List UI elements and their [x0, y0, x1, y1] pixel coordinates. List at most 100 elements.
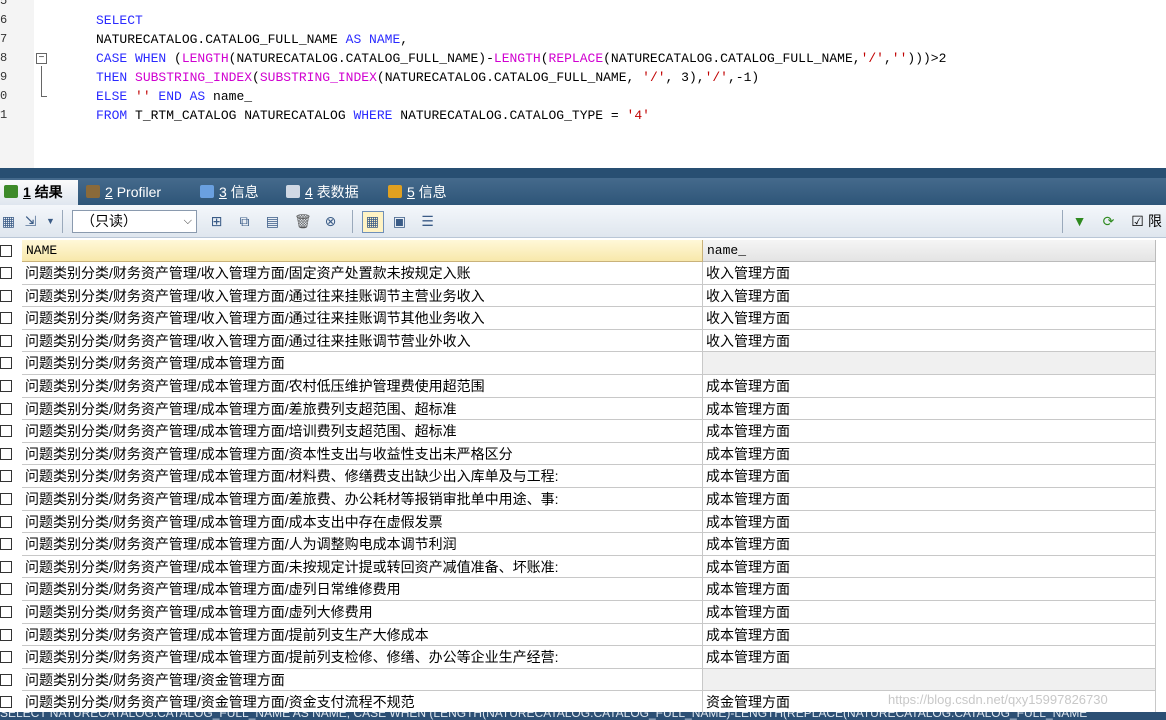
row-checkbox[interactable]: [0, 334, 12, 347]
row-checkbox[interactable]: [0, 267, 12, 279]
cell-name[interactable]: 问题类别分类/财务资产管理/成本管理方面/提前列支检修、修缮、办公等企业生产经营…: [22, 646, 703, 669]
row-checkbox[interactable]: [0, 515, 12, 528]
row-checkbox[interactable]: [0, 673, 12, 686]
select-all-checkbox[interactable]: [0, 245, 12, 257]
cell-name[interactable]: 问题类别分类/财务资产管理/收入管理方面/通过往来挂账调节营业外收入: [22, 329, 703, 353]
table-row[interactable]: 问题类别分类/财务资产管理/收入管理方面/固定资产处置款未按规定入账 收入管理方面: [0, 262, 1160, 285]
cell-name-alias[interactable]: 成本管理方面: [703, 646, 1156, 669]
cell-name-alias[interactable]: 成本管理方面: [703, 397, 1156, 421]
add-row-icon[interactable]: ⊞: [208, 213, 225, 230]
cell-name[interactable]: 问题类别分类/财务资产管理/成本管理方面/人为调整购电成本调节利润: [22, 533, 703, 556]
cell-name-alias[interactable]: 成本管理方面: [703, 578, 1156, 601]
row-checkbox[interactable]: [0, 470, 12, 483]
tab-4[interactable]: 4 表数据: [282, 180, 378, 205]
limit-checkbox[interactable]: ☑: [1129, 213, 1146, 230]
row-checkbox[interactable]: [0, 560, 12, 573]
cell-name[interactable]: 问题类别分类/财务资产管理/成本管理方面/虚列大修费用: [22, 601, 703, 624]
cell-name-alias[interactable]: 成本管理方面: [703, 420, 1156, 443]
table-row[interactable]: 问题类别分类/财务资产管理/成本管理方面/资本性支出与收益性支出未严格区分 成本管…: [0, 442, 1160, 466]
column-header-name-alias[interactable]: name_: [703, 240, 1156, 262]
table-row[interactable]: 问题类别分类/财务资产管理/收入管理方面/通过往来挂账调节其他业务收入 收入管理方…: [0, 307, 1160, 330]
table-row[interactable]: 问题类别分类/财务资产管理/成本管理方面/虚列大修费用 成本管理方面: [0, 601, 1160, 624]
cell-name-alias[interactable]: 成本管理方面: [703, 555, 1156, 579]
revert-icon[interactable]: ⊗: [322, 213, 339, 230]
export-dropdown-icon[interactable]: ▼: [42, 213, 59, 230]
cell-name[interactable]: 问题类别分类/财务资产管理/成本管理方面/培训费列支超范围、超标准: [22, 420, 703, 443]
row-checkbox[interactable]: [0, 583, 12, 596]
table-row[interactable]: 问题类别分类/财务资产管理/成本管理方面: [0, 352, 1160, 375]
cell-name-alias[interactable]: 成本管理方面: [703, 533, 1156, 556]
row-checkbox[interactable]: [0, 493, 12, 505]
row-checkbox[interactable]: [0, 538, 12, 551]
readonly-select[interactable]: （只读） ⌵: [72, 210, 197, 233]
table-row[interactable]: 问题类别分类/财务资产管理/成本管理方面/差旅费列支超范围、超标准 成本管理方面: [0, 397, 1160, 421]
table-row[interactable]: 问题类别分类/财务资产管理/成本管理方面/培训费列支超范围、超标准 成本管理方面: [0, 420, 1160, 443]
cell-name[interactable]: 问题类别分类/财务资产管理/成本管理方面/未按规定计提或转回资产减值准备、坏账准…: [22, 555, 703, 579]
form-mode-icon[interactable]: ▣: [391, 213, 408, 230]
cell-name-alias[interactable]: 收入管理方面: [703, 284, 1156, 308]
export-icon[interactable]: ⇲: [22, 213, 39, 230]
table-row[interactable]: 问题类别分类/财务资产管理/资金管理方面: [0, 668, 1160, 692]
result-grid[interactable]: NAME name_ 问题类别分类/财务资产管理/收入管理方面/固定资产处置款未…: [0, 238, 1166, 714]
row-checkbox[interactable]: [0, 357, 12, 370]
row-checkbox[interactable]: [0, 289, 12, 302]
table-row[interactable]: 问题类别分类/财务资产管理/成本管理方面/差旅费、办公耗材等报销审批单中用途、事…: [0, 488, 1160, 511]
refresh-icon[interactable]: ⟳: [1100, 213, 1117, 230]
filter-icon[interactable]: ▼: [1071, 213, 1088, 230]
cell-name-alias[interactable]: 收入管理方面: [703, 329, 1156, 353]
table-row[interactable]: 问题类别分类/财务资产管理/成本管理方面/成本支出中存在虚假发票 成本管理方面: [0, 510, 1160, 534]
tab-2[interactable]: 2 Profiler: [82, 180, 190, 205]
cell-name[interactable]: 问题类别分类/财务资产管理/资金管理方面/资金支付流程不规范: [22, 691, 703, 714]
cell-name[interactable]: 问题类别分类/财务资产管理/成本管理方面/提前列支生产大修成本: [22, 623, 703, 647]
row-checkbox[interactable]: [0, 606, 12, 618]
cell-name[interactable]: 问题类别分类/财务资产管理/资金管理方面: [22, 668, 703, 692]
save-icon[interactable]: ▤: [264, 213, 281, 230]
fold-toggle-icon[interactable]: −: [36, 53, 47, 64]
cell-name[interactable]: 问题类别分类/财务资产管理/成本管理方面/差旅费、办公耗材等报销审批单中用途、事…: [22, 488, 703, 511]
cell-name[interactable]: 问题类别分类/财务资产管理/收入管理方面/固定资产处置款未按规定入账: [22, 262, 703, 285]
row-checkbox[interactable]: [0, 651, 12, 664]
cell-name-alias[interactable]: 成本管理方面: [703, 375, 1156, 398]
cell-name-alias[interactable]: 成本管理方面: [703, 601, 1156, 624]
cell-name[interactable]: 问题类别分类/财务资产管理/成本管理方面/材料费、修缮费支出缺少出入库单及与工程…: [22, 465, 703, 488]
sql-editor[interactable]: 5 6 SELECT 7 NATURECATALOG.CATALOG_FULL_NAME…: [0, 0, 1166, 168]
table-row[interactable]: 问题类别分类/财务资产管理/收入管理方面/通过往来挂账调节主营业务收入 收入管理方…: [0, 284, 1160, 308]
text-mode-icon[interactable]: ☰: [419, 213, 436, 230]
cell-name[interactable]: 问题类别分类/财务资产管理/成本管理方面/虚列日常维修费用: [22, 578, 703, 601]
row-checkbox[interactable]: [0, 380, 12, 392]
row-checkbox[interactable]: [0, 628, 12, 641]
table-row[interactable]: 问题类别分类/财务资产管理/成本管理方面/提前列支检修、修缮、办公等企业生产经营…: [0, 646, 1160, 669]
row-checkbox[interactable]: [0, 696, 12, 709]
cell-name[interactable]: 问题类别分类/财务资产管理/收入管理方面/通过往来挂账调节主营业务收入: [22, 284, 703, 308]
cell-name[interactable]: 问题类别分类/财务资产管理/成本管理方面/差旅费列支超范围、超标准: [22, 397, 703, 421]
column-header-name[interactable]: NAME: [22, 240, 703, 262]
cell-name[interactable]: 问题类别分类/财务资产管理/成本管理方面: [22, 352, 703, 375]
tab-3[interactable]: 3 信息: [196, 180, 276, 205]
cell-name-alias[interactable]: 成本管理方面: [703, 442, 1156, 466]
duplicate-row-icon[interactable]: ⧉: [236, 213, 253, 230]
tab-1[interactable]: 1 结果: [0, 180, 78, 205]
cell-name-alias[interactable]: [703, 668, 1156, 692]
cell-name[interactable]: 问题类别分类/财务资产管理/成本管理方面/资本性支出与收益性支出未严格区分: [22, 442, 703, 466]
table-row[interactable]: 问题类别分类/财务资产管理/成本管理方面/人为调整购电成本调节利润 成本管理方面: [0, 533, 1160, 556]
delete-icon[interactable]: 🗑: [294, 213, 312, 230]
table-row[interactable]: 问题类别分类/财务资产管理/成本管理方面/未按规定计提或转回资产减值准备、坏账准…: [0, 555, 1160, 579]
cell-name-alias[interactable]: 成本管理方面: [703, 488, 1156, 511]
table-row[interactable]: 问题类别分类/财务资产管理/成本管理方面/材料费、修缮费支出缺少出入库单及与工程…: [0, 465, 1160, 488]
cell-name-alias[interactable]: [703, 352, 1156, 375]
cell-name-alias[interactable]: 成本管理方面: [703, 465, 1156, 488]
grid-view-icon[interactable]: ▦: [0, 213, 17, 230]
cell-name[interactable]: 问题类别分类/财务资产管理/成本管理方面/农村低压维护管理费使用超范围: [22, 375, 703, 398]
cell-name[interactable]: 问题类别分类/财务资产管理/成本管理方面/成本支出中存在虚假发票: [22, 510, 703, 534]
row-checkbox[interactable]: [0, 312, 12, 325]
table-row[interactable]: 问题类别分类/财务资产管理/成本管理方面/虚列日常维修费用 成本管理方面: [0, 578, 1160, 601]
cell-name[interactable]: 问题类别分类/财务资产管理/收入管理方面/通过往来挂账调节其他业务收入: [22, 307, 703, 330]
row-checkbox[interactable]: [0, 402, 12, 415]
cell-name-alias[interactable]: 成本管理方面: [703, 510, 1156, 534]
table-row[interactable]: 问题类别分类/财务资产管理/收入管理方面/通过往来挂账调节营业外收入 收入管理方面: [0, 329, 1160, 353]
row-checkbox[interactable]: [0, 447, 12, 460]
tab-5[interactable]: 5 信息: [384, 180, 460, 205]
row-checkbox[interactable]: [0, 425, 12, 438]
table-row[interactable]: 问题类别分类/财务资产管理/成本管理方面/提前列支生产大修成本 成本管理方面: [0, 623, 1160, 647]
cell-name-alias[interactable]: 成本管理方面: [703, 623, 1156, 647]
